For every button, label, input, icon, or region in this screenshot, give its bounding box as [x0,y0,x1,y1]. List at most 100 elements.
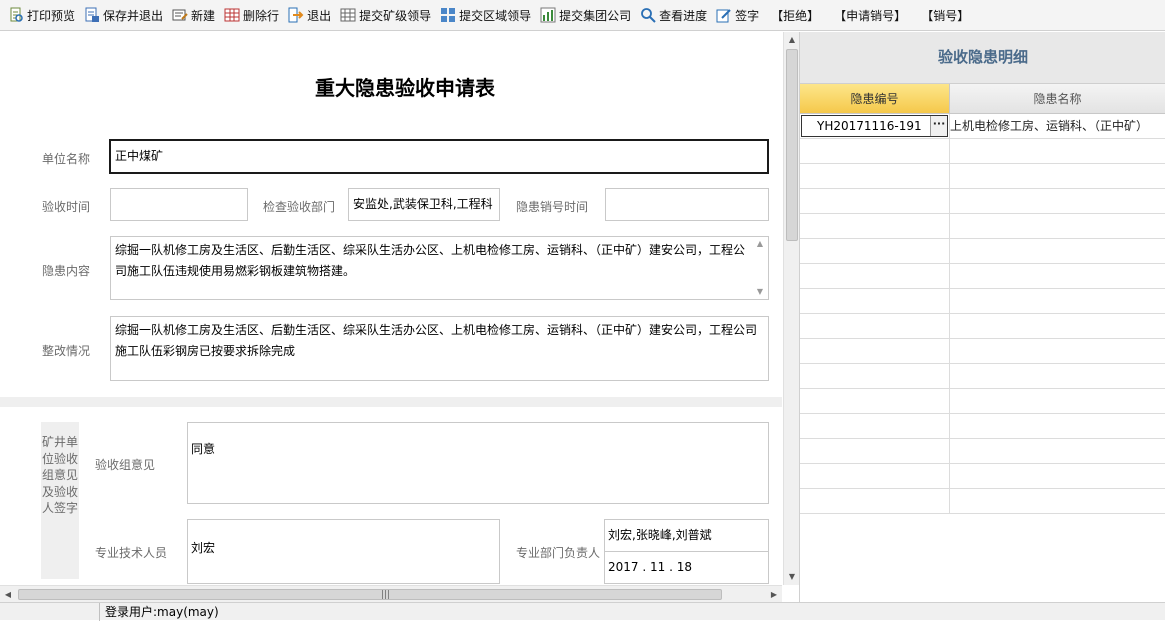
hazard-name-cell[interactable] [950,164,1165,189]
hazard-code-cell[interactable] [800,489,950,514]
horizontal-scrollbar[interactable]: ◀ ||| ▶ [0,585,782,602]
submit-mine-leader-button[interactable]: 提交矿级领导 [336,4,435,26]
exit-label: 退出 [307,8,332,23]
delete-row-label: 删除行 [243,8,280,23]
hazard-name-cell[interactable] [950,239,1165,264]
submit-group-company-label: 提交集团公司 [559,8,632,23]
table-row[interactable] [800,189,1165,214]
new-button[interactable]: 新建 [168,4,219,26]
hazard-code-cell[interactable] [800,439,950,464]
sign-label: 签字 [735,8,760,23]
hazard-content-scrollbar[interactable]: ▲ ▼ [754,239,766,297]
hazard-code-cell[interactable] [800,139,950,164]
hazard-name-cell[interactable] [950,439,1165,464]
vertical-scrollbar[interactable]: ▲ ▼ [783,32,799,585]
table-row[interactable] [800,214,1165,239]
table-row[interactable] [800,164,1165,189]
hazard-code-editor[interactable]: YH20171116-191 ··· [801,115,948,137]
hazard-name-cell[interactable] [950,214,1165,239]
scroll-left-arrow-icon[interactable]: ◀ [0,586,16,603]
submit-region-leader-button[interactable]: 提交区域领导 [436,4,535,26]
table-row[interactable] [800,489,1165,514]
table-row[interactable] [800,289,1165,314]
hazard-name-cell[interactable] [950,414,1165,439]
hazard-code-cell[interactable] [800,314,950,339]
table-row[interactable] [800,464,1165,489]
hazard-name-cell[interactable] [950,364,1165,389]
table-row[interactable] [800,414,1165,439]
hazard-code-cell[interactable] [800,464,950,489]
hazard-code-cell[interactable] [800,239,950,264]
scroll-up-arrow-icon[interactable]: ▲ [784,32,800,48]
table-row[interactable]: YH20171116-191 ··· 上机电检修工房、运销科、（正中矿） [800,114,1165,139]
hazard-code-cell[interactable] [800,289,950,314]
hazard-name-cell[interactable] [950,464,1165,489]
hazard-code-cell[interactable] [800,189,950,214]
opinion-label: 验收组意见 [95,458,156,472]
dept-leader-date[interactable]: 2017 . 11 . 18 [604,551,769,584]
exit-button[interactable]: 退出 [284,4,335,26]
detail-panel-title: 验收隐患明细 [800,32,1165,84]
grid-icon [340,7,356,23]
save-exit-button[interactable]: 保存并退出 [80,4,167,26]
table-row[interactable] [800,389,1165,414]
rectify-field[interactable]: 综掘一队机修工房及生活区、后勤生活区、综采队生活办公区、上机电检修工房、运销科、… [110,316,769,381]
view-progress-button[interactable]: 查看进度 [636,4,711,26]
hazard-name-cell[interactable] [950,314,1165,339]
scroll-right-arrow-icon[interactable]: ▶ [766,586,782,603]
sign-button[interactable]: 签字 [712,4,763,26]
table-row[interactable] [800,264,1165,289]
hazard-code-value: YH20171116-191 [817,119,922,133]
hazard-code-cell[interactable]: YH20171116-191 ··· [800,114,950,139]
hazard-code-cell[interactable] [800,364,950,389]
unit-name-field[interactable]: 正中煤矿 [109,139,769,174]
save-exit-label: 保存并退出 [103,8,164,23]
detail-panel: 验收隐患明细 隐患编号 隐患名称 YH20171116-191 ··· 上机电检… [799,32,1165,602]
opinion-field[interactable]: 同意 [187,422,769,504]
dept-leader-field[interactable]: 刘宏,张晓峰,刘普斌 [604,519,769,552]
hazard-name-cell[interactable] [950,289,1165,314]
hazard-name-cell[interactable] [950,389,1165,414]
table-row[interactable] [800,139,1165,164]
column-header-code[interactable]: 隐患编号 [800,84,950,114]
hazard-code-cell[interactable] [800,414,950,439]
cancel-number-button[interactable]: 【销号】 [914,4,976,26]
hazard-name-cell[interactable] [950,339,1165,364]
hazard-code-cell[interactable] [800,339,950,364]
hazard-code-cell[interactable] [800,389,950,414]
hazard-name-cell[interactable] [950,189,1165,214]
hazard-name-cell[interactable] [950,264,1165,289]
hazard-code-cell[interactable] [800,214,950,239]
table-row[interactable] [800,239,1165,264]
print-preview-button[interactable]: 打印预览 [4,4,79,26]
horizontal-scroll-thumb[interactable]: ||| [18,589,722,600]
accept-time-field[interactable] [110,188,248,221]
table-row[interactable] [800,439,1165,464]
vertical-scroll-thumb[interactable] [786,49,798,241]
ellipsis-icon[interactable]: ··· [930,116,947,136]
chart-icon [540,7,556,23]
delete-row-button[interactable]: 删除行 [220,4,283,26]
reject-button[interactable]: 【拒绝】 [764,4,826,26]
hazard-code-cell[interactable] [800,164,950,189]
tech-staff-field[interactable]: 刘宏 [187,519,500,584]
cancel-time-field[interactable] [605,188,769,221]
toolbar: 打印预览 保存并退出 新建 删除行 退出 提交矿级领导 提交区域领导 提交集团公… [0,0,1165,31]
scroll-down-arrow-icon[interactable]: ▼ [784,569,800,585]
table-row[interactable] [800,364,1165,389]
tech-staff-label: 专业技术人员 [95,546,168,560]
check-dept-field[interactable]: 安监处,武装保卫科,工程科 [348,188,500,221]
scroll-up-icon[interactable]: ▲ [754,239,766,249]
hazard-name-cell[interactable] [950,489,1165,514]
hazard-name-cell[interactable]: 上机电检修工房、运销科、（正中矿） [950,114,1165,139]
hazard-content-text: 综掘一队机修工房及生活区、后勤生活区、综采队生活办公区、上机电检修工房、运销科、… [115,243,746,278]
hazard-name-cell[interactable] [950,139,1165,164]
apply-cancel-button[interactable]: 【申请销号】 [827,4,913,26]
hazard-content-field[interactable]: 综掘一队机修工房及生活区、后勤生活区、综采队生活办公区、上机电检修工房、运销科、… [110,236,769,300]
column-header-name[interactable]: 隐患名称 [950,84,1165,114]
table-row[interactable] [800,314,1165,339]
submit-group-company-button[interactable]: 提交集团公司 [536,4,635,26]
scroll-down-icon[interactable]: ▼ [754,287,766,297]
table-row[interactable] [800,339,1165,364]
hazard-code-cell[interactable] [800,264,950,289]
